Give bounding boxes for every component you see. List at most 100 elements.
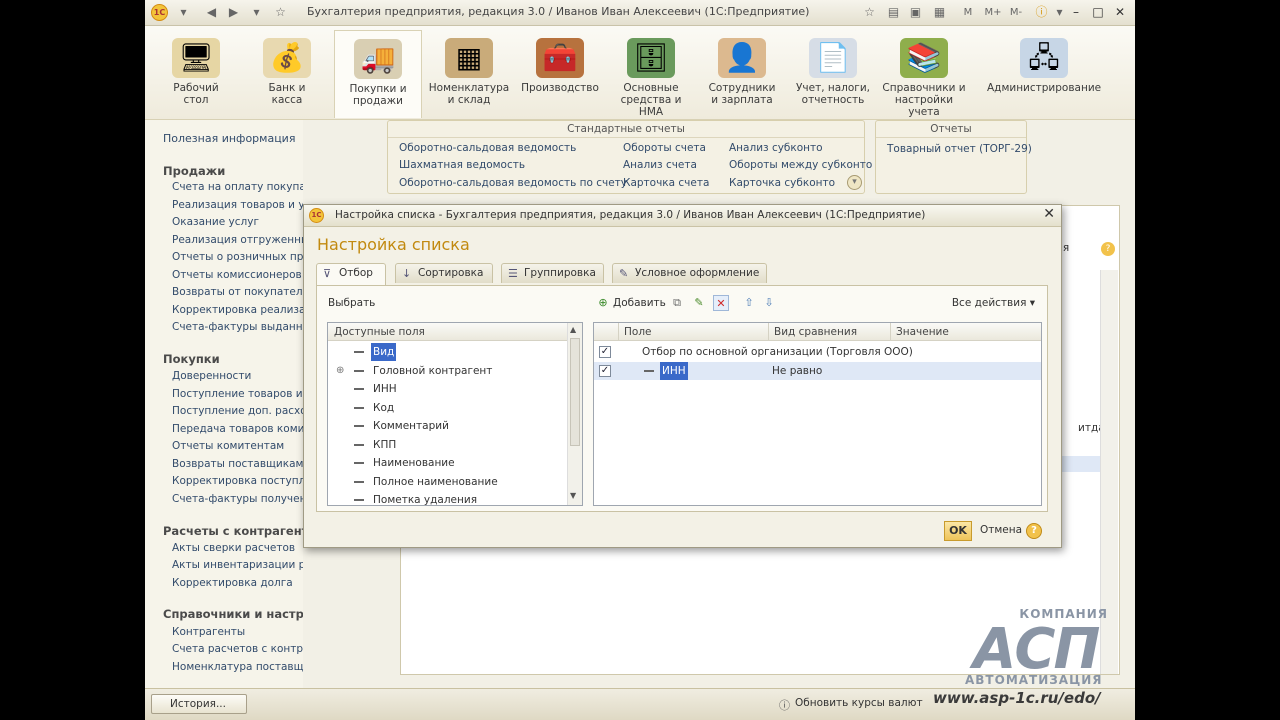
column-comparison[interactable]: Вид сравнения (768, 323, 890, 341)
tab-grouping[interactable]: ☰ Группировка (501, 263, 604, 283)
tab-filter[interactable]: ⊽ Отбор (316, 263, 386, 285)
nav-item[interactable]: Передача товаров комите (172, 423, 303, 435)
nav-item[interactable]: Номенклатура поставщика (172, 661, 303, 673)
report-link[interactable]: Оборотно-сальдовая ведомость по счету (399, 177, 627, 189)
memory-plus-button[interactable]: M+ (983, 4, 1003, 21)
available-fields-tree[interactable]: Доступные поля Вид ⊕ Головной контрагент … (327, 322, 583, 506)
minimize-button[interactable]: – (1066, 3, 1086, 22)
nav-item[interactable]: Корректировка долга (172, 577, 293, 589)
nav-item[interactable]: Счета на оплату покупателям (172, 181, 303, 193)
column-value[interactable]: Значение (890, 323, 1041, 341)
section-taxes[interactable]: 📄 Учет, налоги, отчетность (789, 30, 877, 118)
group-conditions-icon[interactable]: ⧉ (669, 295, 685, 311)
memory-minus-button[interactable]: M- (1006, 4, 1026, 21)
print-icon[interactable]: ▤ (885, 4, 902, 21)
calc-icon[interactable]: ▦ (931, 4, 948, 21)
section-warehouse[interactable]: ▦ Номенклатура и склад (425, 30, 513, 118)
filter-grid[interactable]: Поле Вид сравнения Значение ✓ Отбор по о… (593, 322, 1042, 506)
memory-m-button[interactable]: M (961, 4, 975, 21)
history-dropdown-icon[interactable]: ▾ (248, 4, 265, 21)
add-button[interactable]: Добавить (613, 294, 666, 312)
field-row[interactable]: Код (328, 399, 568, 417)
back-icon[interactable]: ◀ (203, 4, 220, 21)
dialog-close-icon[interactable]: ✕ (1043, 206, 1055, 222)
report-link[interactable]: Шахматная ведомость (399, 159, 525, 171)
nav-item[interactable]: Поступление доп. расходо (172, 405, 303, 417)
filter-row[interactable]: ✓ Отбор по основной организации (Торговл… (594, 343, 1041, 361)
section-references[interactable]: 📚 Справочники и настройки учета (880, 30, 968, 118)
delete-icon[interactable]: ✕ (713, 295, 729, 311)
section-bank[interactable]: 💰 Банк и касса (243, 30, 331, 118)
report-link[interactable]: Карточка субконто (729, 177, 835, 189)
section-desktop[interactable]: 🖥 Рабочий стол (152, 30, 240, 118)
field-row[interactable]: Пометка удаления (328, 491, 568, 505)
nav-item[interactable]: Доверенности (172, 370, 251, 382)
forward-icon[interactable]: ▶ (225, 4, 242, 21)
nav-item[interactable]: Корректировка реализаци (172, 304, 303, 316)
report-link[interactable]: Обороты между субконто (729, 159, 872, 171)
nav-item[interactable]: Контрагенты (172, 626, 245, 638)
field-row[interactable]: Полное наименование (328, 473, 568, 491)
nav-item[interactable]: Отчеты комитентам (172, 440, 284, 452)
nav-item[interactable]: Отчеты о розничных прод (172, 251, 303, 263)
report-link[interactable]: Анализ счета (623, 159, 697, 171)
maximize-button[interactable]: □ (1088, 3, 1108, 22)
nav-item[interactable]: Возвраты от покупателей (172, 286, 303, 298)
all-actions-menu[interactable]: Все действия ▾ (952, 294, 1035, 312)
report-link[interactable]: Карточка счета (623, 177, 709, 189)
report-link[interactable]: Анализ субконто (729, 142, 823, 154)
report-link[interactable]: Обороты счета (623, 142, 706, 154)
nav-item[interactable]: Счета-фактуры полученны (172, 493, 303, 505)
add-icon[interactable]: ⊕ (595, 295, 611, 311)
help-icon[interactable]: ? (1026, 523, 1042, 539)
field-row[interactable]: ИНН (328, 380, 568, 398)
nav-item[interactable]: Реализация товаров и усл (172, 199, 303, 211)
field-row[interactable]: Комментарий (328, 417, 568, 435)
nav-item[interactable]: Возвраты поставщикам (172, 458, 303, 470)
edit-icon[interactable]: ✎ (691, 295, 707, 311)
menu-icon[interactable]: ▾ (175, 4, 192, 21)
nav-item[interactable]: Акты инвентаризации расчетов (172, 559, 303, 571)
nav-item[interactable]: Корректировка поступлен (172, 475, 303, 487)
fields-scrollbar[interactable]: ▲ ▼ (567, 323, 582, 505)
section-purchases-sales[interactable]: 🚚 Покупки и продажи (334, 30, 422, 118)
row-checkbox[interactable]: ✓ (599, 365, 611, 377)
nav-item[interactable]: Реализация отгруженных (172, 234, 303, 246)
info-icon[interactable]: ⓘ (1033, 4, 1050, 21)
filter-row[interactable]: ✓ ИНН Не равно (594, 362, 1041, 380)
report-link[interactable]: Оборотно-сальдовая ведомость (399, 142, 576, 154)
section-production[interactable]: 🧰 Производство (516, 30, 604, 118)
field-row[interactable]: КПП (328, 436, 568, 454)
column-field[interactable]: Поле (618, 323, 768, 341)
section-employees[interactable]: 👤 Сотрудники и зарплата (698, 30, 786, 118)
cancel-button[interactable]: Отмена (980, 524, 1022, 536)
ok-button[interactable]: OK (944, 521, 972, 541)
field-row[interactable]: Наименование (328, 454, 568, 472)
nav-item[interactable]: Отчеты комиссионеров о (172, 269, 303, 281)
tab-conditional-format[interactable]: ✎ Условное оформление (612, 263, 767, 283)
field-row[interactable]: ⊕ Головной контрагент (328, 362, 568, 380)
nav-useful-info[interactable]: Полезная информация (163, 132, 295, 145)
star-icon[interactable]: ☆ (272, 4, 289, 21)
move-down-icon[interactable]: ⇩ (761, 295, 777, 311)
tab-sort[interactable]: ↓ Сортировка (395, 263, 493, 283)
expand-icon[interactable]: ▾ (847, 175, 862, 190)
update-rates-link[interactable]: Обновить курсы валют (795, 697, 923, 709)
help-icon[interactable]: ? (1101, 242, 1115, 256)
nav-item[interactable]: Счета расчетов с контрагентами (172, 643, 303, 655)
section-fixed-assets[interactable]: 🗄 Основные средства и НМА (607, 30, 695, 118)
nav-item[interactable]: Счета-фактуры выданные (172, 321, 303, 333)
nav-item[interactable]: Поступление товаров и ус (172, 388, 303, 400)
report-link[interactable]: Товарный отчет (ТОРГ-29) (887, 143, 1032, 155)
field-row[interactable]: Вид (328, 343, 568, 361)
save-icon[interactable]: ▣ (907, 4, 924, 21)
nav-item[interactable]: Оказание услуг (172, 216, 259, 228)
close-button[interactable]: ✕ (1110, 3, 1130, 22)
move-up-icon[interactable]: ⇧ (741, 295, 757, 311)
row-checkbox[interactable]: ✓ (599, 346, 611, 358)
favorites-icon[interactable]: ☆ (861, 4, 878, 21)
nav-item[interactable]: Акты сверки расчетов (172, 542, 295, 554)
history-button[interactable]: История... (151, 694, 247, 714)
section-admin[interactable]: 🖧 Администрирование (987, 30, 1101, 118)
app-logo[interactable]: 1С (151, 4, 168, 21)
